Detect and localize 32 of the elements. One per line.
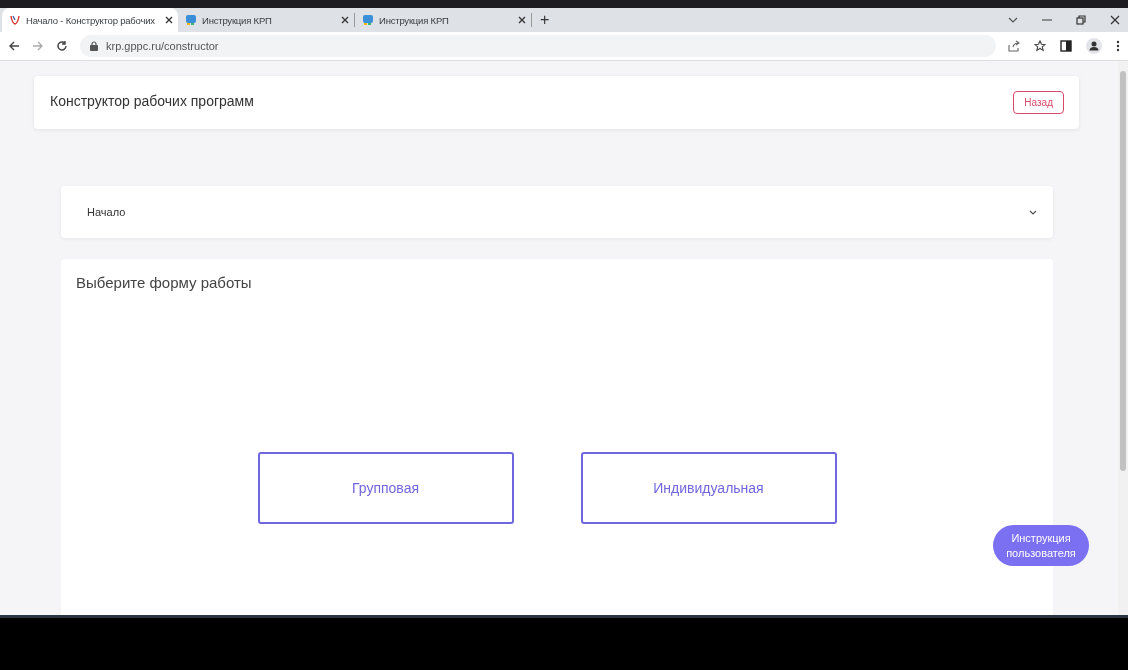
side-panel-icon[interactable]: [1060, 40, 1072, 52]
close-icon[interactable]: [1110, 15, 1120, 25]
option-button[interactable]: Групповая: [257, 452, 514, 524]
browser-tab[interactable]: Инструкция КРП: [178, 8, 354, 32]
page-title: Конструктор рабочих программ: [50, 93, 254, 109]
chevron-down-icon[interactable]: [1008, 17, 1018, 23]
browser-tab[interactable]: Инструкция КРП: [355, 8, 531, 32]
card-heading: Выберите форму работы: [76, 274, 253, 291]
profile-icon[interactable]: [1086, 38, 1102, 54]
accordion-label: Начало: [87, 206, 126, 218]
lock-icon: [90, 41, 98, 51]
share-icon[interactable]: [1008, 40, 1020, 52]
document-icon: [185, 14, 197, 26]
close-icon[interactable]: [165, 16, 173, 24]
star-icon[interactable]: [1034, 40, 1046, 52]
address-bar[interactable]: krp.gppc.ru/constructor: [80, 35, 996, 57]
reload-icon[interactable]: [56, 40, 68, 52]
option-button[interactable]: Индивидуальная: [580, 452, 837, 524]
back-button[interactable]: Назад: [1013, 91, 1064, 114]
menu-icon[interactable]: [1116, 40, 1120, 52]
browser-tab[interactable]: Начало - Конструктор рабочих: [2, 8, 178, 32]
url-text: krp.gppc.ru/constructor: [106, 40, 219, 52]
site-logo-icon: [9, 14, 21, 26]
document-icon: [362, 14, 374, 26]
new-tab-button[interactable]: +: [540, 11, 550, 29]
restore-icon[interactable]: [1076, 15, 1086, 25]
accordion-header[interactable]: Начало: [61, 186, 1053, 238]
back-arrow-icon[interactable]: [8, 40, 20, 52]
close-icon[interactable]: [341, 16, 349, 24]
help-button[interactable]: Инструкция пользователя: [993, 525, 1089, 566]
scrollbar[interactable]: [1118, 61, 1128, 615]
close-icon[interactable]: [518, 16, 526, 24]
